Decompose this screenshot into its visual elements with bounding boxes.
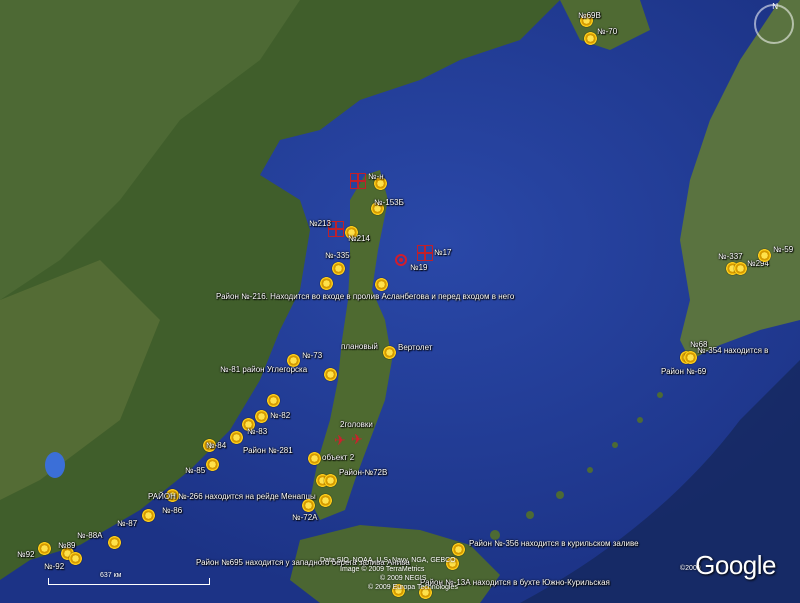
marker-label: Район №-356 находится в курильском залив… [469,539,639,548]
marker-label: №-337 [718,252,743,261]
marker-icon[interactable] [734,262,747,275]
plane-icon[interactable]: ✈ [351,431,363,448]
marker-label: Вертолет [398,343,433,352]
marker-icon[interactable] [38,542,51,555]
scale-bar [48,578,210,585]
marker-label: №-88А [77,531,103,540]
scale-label: 637 км [100,572,122,579]
marker-icon[interactable] [758,249,771,262]
marker-icon[interactable] [319,494,332,507]
marker-label: Район №-281 [243,446,293,455]
marker-label: 2головки [340,420,373,429]
marker-label: плановый [341,342,378,351]
marker-label: №-354 находится в [697,346,769,355]
imagery-credit: © 2009 NEGIS [380,575,427,582]
marker-label: №-153Б [374,198,404,207]
marker-label: Район-№72В [339,468,388,477]
marker-label: РАЙОН №-266 находится на рейде Менапцы [148,492,316,501]
marker-icon[interactable] [375,278,388,291]
marker-label: №-335 [325,251,350,260]
marker-label: №214 [348,234,370,243]
red-target-square-icon[interactable] [350,173,366,189]
marker-icon[interactable] [320,277,333,290]
marker-label: №-н [368,172,384,181]
imagery-credit: Image © 2009 TerraMetrics [340,566,425,573]
marker-label: №-72А [292,513,318,522]
marker-label: №-86 [162,506,183,515]
marker-label: объект 2 [322,453,355,462]
marker-label: №-82 [270,411,291,420]
marker-label: №-92 [44,562,65,571]
marker-label: №213 [309,219,331,228]
marker-icon[interactable] [383,346,396,359]
marker-icon[interactable] [267,394,280,407]
google-logo: Google [695,550,776,580]
marker-label: №92 [17,550,35,559]
marker-icon[interactable] [332,262,345,275]
marker-icon[interactable] [584,32,597,45]
map-view[interactable]: N №69В №-70 №-н №-153Б №213 №214 №-335 №… [0,0,800,603]
marker-label: №-59 [773,245,794,254]
marker-label: №89 [58,541,76,550]
marker-icon[interactable] [69,552,82,565]
marker-label: Район №-69 [661,367,707,376]
marker-icon[interactable] [324,474,337,487]
marker-icon[interactable] [452,543,465,556]
marker-label: №-81 район Углегорска [220,365,308,374]
marker-label: №19 [410,263,428,272]
marker-label: №-85 [185,466,206,475]
marker-label: №-70 [597,27,618,36]
marker-icon[interactable] [324,368,337,381]
marker-label: №17 [434,248,452,257]
imagery-credit: Data SIO, NOAA, U.S. Navy, NGA, GEBCO [320,557,456,564]
marker-icon[interactable] [230,431,243,444]
marker-icon[interactable] [142,509,155,522]
marker-label: №-87 [117,519,138,528]
marker-label: №-73 [302,351,323,360]
marker-icon[interactable] [255,410,268,423]
marker-label: №-83 [247,427,268,436]
red-target-square-icon[interactable] [417,245,433,261]
marker-icon[interactable] [308,452,321,465]
marker-icon[interactable] [108,536,121,549]
marker-icon[interactable] [684,351,697,364]
marker-label: №-84 [206,441,227,450]
marker-label: №69В [578,11,601,20]
satellite-imagery [0,0,800,603]
imagery-credit: © 2009 Europa Technologies [368,584,458,591]
marker-icon[interactable] [206,458,219,471]
marker-icon[interactable] [302,499,315,512]
compass-north-label: N [772,2,778,11]
marker-label: Район №-216. Находится во входе в пролив… [216,292,515,301]
red-target-icon[interactable] [395,254,407,266]
plane-icon[interactable]: ✈ [334,432,346,449]
